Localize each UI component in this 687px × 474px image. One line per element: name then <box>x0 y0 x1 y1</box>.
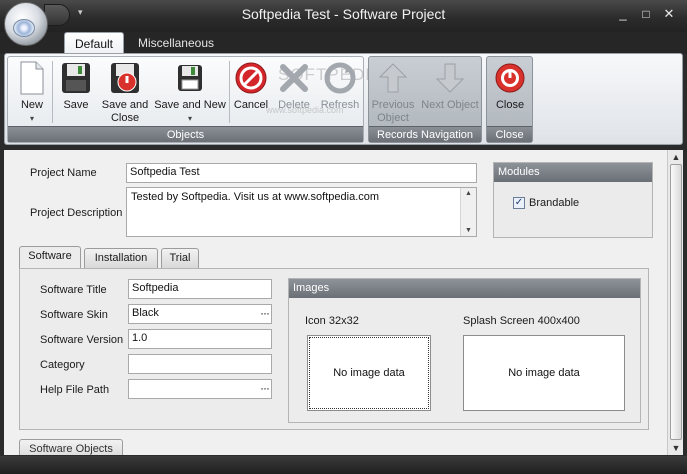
tab-installation[interactable]: Installation <box>84 248 158 268</box>
software-objects-tab[interactable]: Software Objects <box>19 439 123 455</box>
cancel-button-label: Cancel <box>233 99 269 111</box>
project-name-input[interactable]: Softpedia Test <box>126 163 477 183</box>
scroll-up-icon[interactable]: ▲ <box>671 152 681 162</box>
cancel-button[interactable]: Cancel <box>231 61 271 112</box>
ribbon-group-objects: SOFTPEDIA www.softpedia.com New ▾ Save S… <box>7 56 382 143</box>
new-document-icon <box>20 61 44 95</box>
ribbon-group-label-objects: Objects <box>8 126 363 142</box>
save-and-new-label: Save and New <box>154 99 226 111</box>
chevron-down-icon: ▾ <box>29 114 34 123</box>
project-form: Project Name Softpedia Test Project Desc… <box>4 150 667 455</box>
previous-object-label: Previous <box>371 99 415 111</box>
icon-label: Icon 32x32 <box>305 315 359 327</box>
save-and-close-icon <box>111 63 139 93</box>
scrollbar-thumb[interactable] <box>670 164 682 440</box>
category-label: Category <box>40 359 85 371</box>
scroll-up-icon[interactable]: ▲ <box>465 190 472 197</box>
close-power-icon <box>495 63 525 93</box>
ribbon: SOFTPEDIA www.softpedia.com New ▾ Save S… <box>4 53 683 145</box>
ribbon-group-records-navigation: Previous Object Next Object Records Navi… <box>368 56 482 143</box>
refresh-icon <box>324 62 356 94</box>
new-button-label: New <box>20 99 43 111</box>
refresh-button-label: Refresh <box>320 99 360 111</box>
new-button[interactable]: New ▾ <box>12 61 52 125</box>
modules-panel: Modules ✓ Brandable <box>493 162 653 238</box>
delete-button[interactable]: Delete <box>274 61 314 112</box>
help-browse-icon[interactable]: ··· <box>260 381 270 395</box>
next-object-label: Next Object <box>421 99 479 111</box>
previous-object-label-line2: Object <box>377 112 409 124</box>
cancel-icon <box>235 62 267 94</box>
software-version-input[interactable]: 1.0 <box>128 329 272 349</box>
scroll-down-icon[interactable]: ▼ <box>465 227 472 234</box>
status-bar <box>0 456 687 474</box>
arrow-down-icon <box>435 63 465 93</box>
application-menu-button[interactable] <box>4 2 48 46</box>
tab-miscellaneous[interactable]: Miscellaneous <box>134 32 218 54</box>
ribbon-group-label-close: Close <box>487 126 532 142</box>
save-and-close-button[interactable]: Save and Close <box>100 61 150 125</box>
title-bar: ▾ Softpedia Test - Software Project _ □ … <box>0 0 687 32</box>
minimize-button[interactable]: _ <box>614 6 632 22</box>
splash-screen-label: Splash Screen 400x400 <box>463 315 580 327</box>
description-scrollbar[interactable]: ▲ ▼ <box>460 188 476 236</box>
project-description-label: Project Description <box>30 207 123 219</box>
icon-image-box[interactable]: No image data <box>307 335 431 411</box>
previous-object-button[interactable]: Previous Object <box>371 61 415 125</box>
ribbon-group-label-records-navigation: Records Navigation <box>369 126 481 142</box>
ribbon-tab-strip: Default Miscellaneous <box>0 32 687 54</box>
software-skin-value: Black <box>132 307 159 319</box>
images-panel: Images Icon 32x32 No image data Splash S… <box>288 278 641 423</box>
help-file-path-label: Help File Path <box>40 384 110 396</box>
delete-icon <box>280 64 308 92</box>
project-description-input[interactable]: Tested by Softpedia. Visit us at www.sof… <box>126 187 477 237</box>
ribbon-separator <box>229 61 230 123</box>
tab-default[interactable]: Default <box>64 32 124 54</box>
save-button-label: Save <box>63 99 89 111</box>
software-title-input[interactable]: Softpedia <box>128 279 272 299</box>
scroll-down-icon[interactable]: ▼ <box>671 443 681 453</box>
save-and-new-icon <box>178 65 202 91</box>
refresh-button[interactable]: Refresh <box>318 61 362 112</box>
project-description-text: Tested by Softpedia. Visit us at www.sof… <box>131 191 380 203</box>
ribbon-separator <box>52 61 53 123</box>
close-button[interactable]: Close <box>489 61 531 112</box>
save-and-close-label-line2: Close <box>110 112 140 124</box>
save-icon <box>62 63 90 93</box>
tab-software[interactable]: Software <box>19 246 81 268</box>
save-button[interactable]: Save <box>56 61 96 112</box>
tab-trial[interactable]: Trial <box>161 248 199 268</box>
save-and-new-button[interactable]: Save and New ▾ <box>152 61 228 125</box>
chevron-down-icon: ▾ <box>187 114 192 123</box>
software-version-label: Software Version <box>40 334 124 346</box>
splash-image-box[interactable]: No image data <box>463 335 625 411</box>
next-object-button[interactable]: Next Object <box>419 61 481 112</box>
app-logo-icon <box>13 19 35 37</box>
software-tab-page: Software Title Softpedia Software Skin B… <box>19 268 649 430</box>
software-title-label: Software Title <box>40 284 107 296</box>
form-scrollbar[interactable]: ▲ ▼ <box>667 150 683 455</box>
ribbon-group-close: Close Close <box>486 56 533 143</box>
category-input[interactable] <box>128 354 272 374</box>
window-title: Softpedia Test - Software Project <box>241 6 446 22</box>
brandable-checkbox[interactable]: ✓ <box>513 197 525 209</box>
close-button-label: Close <box>495 99 525 111</box>
delete-button-label: Delete <box>278 99 310 111</box>
modules-title: Modules <box>494 163 652 182</box>
software-skin-label: Software Skin <box>40 309 108 321</box>
restore-button[interactable]: □ <box>637 6 655 22</box>
brandable-label: Brandable <box>529 197 580 209</box>
close-window-button[interactable]: ✕ <box>660 6 678 22</box>
software-skin-input[interactable]: Black ··· <box>128 304 272 324</box>
images-title: Images <box>289 279 640 298</box>
save-and-close-label: Save and <box>101 99 149 111</box>
arrow-up-icon <box>378 63 408 93</box>
skin-browse-icon[interactable]: ··· <box>260 306 270 320</box>
help-file-path-input[interactable]: ··· <box>128 379 272 399</box>
project-name-label: Project Name <box>30 167 97 179</box>
